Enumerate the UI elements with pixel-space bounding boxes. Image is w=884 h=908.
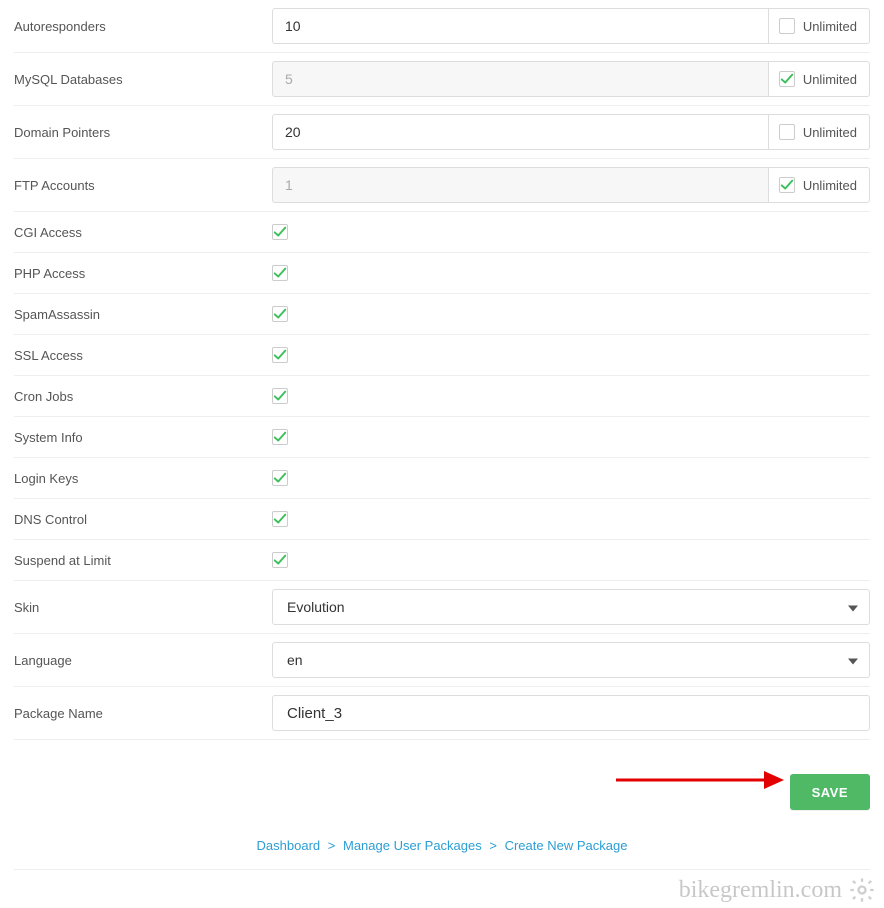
breadcrumb-create[interactable]: Create New Package (505, 838, 628, 853)
ftp-input (272, 167, 768, 203)
spam-label: SpamAssassin (14, 307, 272, 322)
loginkeys-label: Login Keys (14, 471, 272, 486)
ftp-unlimited-checkbox[interactable] (779, 177, 795, 193)
footer-divider (14, 869, 870, 870)
php-label: PHP Access (14, 266, 272, 281)
breadcrumb: Dashboard > Manage User Packages > Creat… (0, 820, 884, 863)
save-button[interactable]: SAVE (790, 774, 870, 810)
skin-select-value: Evolution (287, 599, 345, 615)
language-select-value: en (287, 652, 303, 668)
skin-select[interactable]: Evolution (272, 589, 870, 625)
annotation-arrow-icon (614, 767, 784, 793)
ftp-label: FTP Accounts (14, 178, 272, 193)
pointers-unlimited-label: Unlimited (803, 125, 857, 140)
spam-checkbox[interactable] (272, 306, 288, 322)
breadcrumb-sep: > (489, 838, 497, 853)
skin-label: Skin (14, 600, 272, 615)
watermark: bikegremlin.com (679, 876, 876, 904)
sysinfo-checkbox[interactable] (272, 429, 288, 445)
autoresponders-unlimited-checkbox[interactable] (779, 18, 795, 34)
language-select[interactable]: en (272, 642, 870, 678)
mysql-unlimited-checkbox[interactable] (779, 71, 795, 87)
mysql-input (272, 61, 768, 97)
pointers-input[interactable] (272, 114, 768, 150)
sysinfo-label: System Info (14, 430, 272, 445)
ssl-checkbox[interactable] (272, 347, 288, 363)
gear-icon (848, 876, 876, 904)
ftp-unlimited-label: Unlimited (803, 178, 857, 193)
dns-checkbox[interactable] (272, 511, 288, 527)
language-label: Language (14, 653, 272, 668)
breadcrumb-dashboard[interactable]: Dashboard (257, 838, 321, 853)
mysql-label: MySQL Databases (14, 72, 272, 87)
cgi-checkbox[interactable] (272, 224, 288, 240)
autoresponders-label: Autoresponders (14, 19, 272, 34)
loginkeys-checkbox[interactable] (272, 470, 288, 486)
cgi-label: CGI Access (14, 225, 272, 240)
ssl-label: SSL Access (14, 348, 272, 363)
php-checkbox[interactable] (272, 265, 288, 281)
breadcrumb-manage[interactable]: Manage User Packages (343, 838, 482, 853)
dns-label: DNS Control (14, 512, 272, 527)
mysql-unlimited-label: Unlimited (803, 72, 857, 87)
suspend-label: Suspend at Limit (14, 553, 272, 568)
breadcrumb-sep: > (328, 838, 336, 853)
autoresponders-input[interactable] (272, 8, 768, 44)
cron-checkbox[interactable] (272, 388, 288, 404)
pointers-label: Domain Pointers (14, 125, 272, 140)
cron-label: Cron Jobs (14, 389, 272, 404)
pointers-unlimited-checkbox[interactable] (779, 124, 795, 140)
watermark-text: bikegremlin.com (679, 877, 842, 904)
autoresponders-unlimited-label: Unlimited (803, 19, 857, 34)
suspend-checkbox[interactable] (272, 552, 288, 568)
package-name-label: Package Name (14, 706, 272, 721)
package-name-input[interactable] (272, 695, 870, 731)
